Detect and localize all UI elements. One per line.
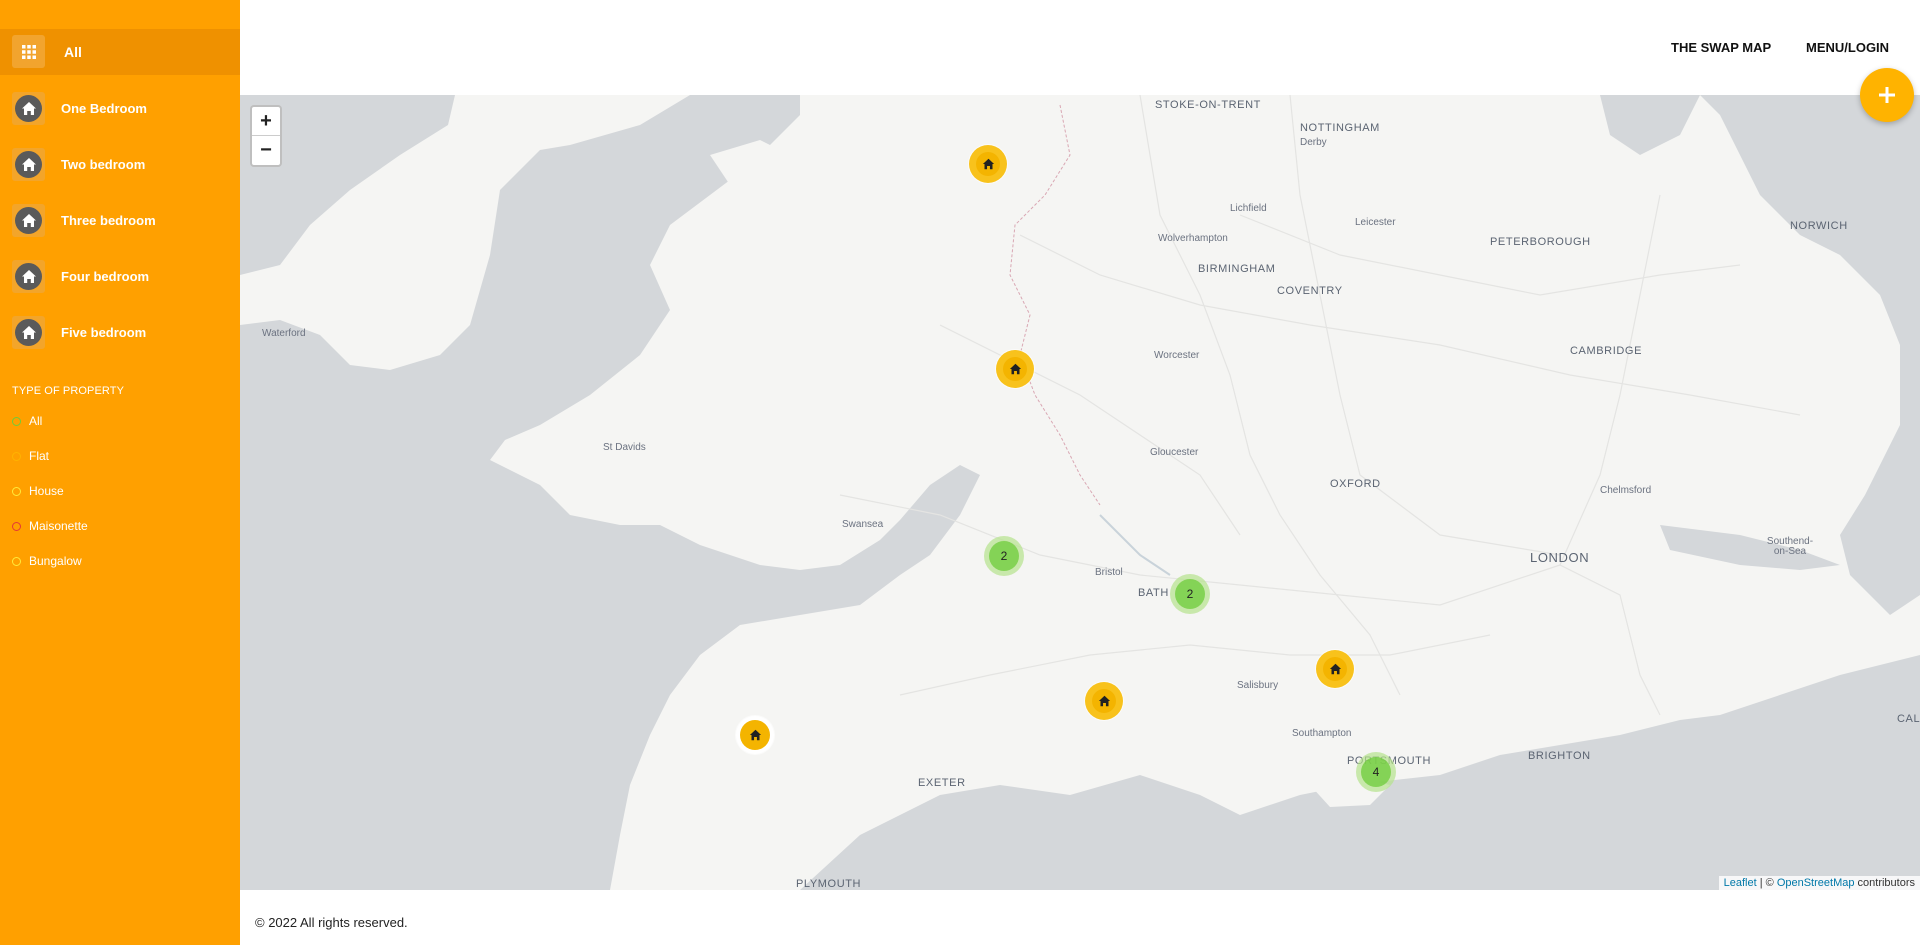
property-type-heading: TYPE OF PROPERTY — [12, 385, 125, 397]
place-label: CAMBRIDGE — [1570, 345, 1643, 357]
grid-icon — [12, 35, 45, 68]
category-label: Five bedroom — [61, 325, 147, 340]
type-option-label: Maisonette — [29, 519, 88, 533]
house-icon — [12, 260, 45, 293]
property-marker[interactable] — [996, 350, 1034, 388]
place-label: BRIGHTON — [1528, 750, 1591, 762]
category-two-bedroom[interactable]: Two bedroom — [0, 141, 240, 187]
sidebar: All One Bedroom Two bedroom Three bedroo… — [0, 0, 240, 945]
attribution-tail: contributors — [1854, 877, 1915, 889]
place-label: Chelmsford — [1600, 485, 1652, 496]
marker-cluster[interactable]: 4 — [1356, 752, 1396, 792]
cluster-count: 2 — [989, 541, 1019, 571]
category-label: One Bedroom — [61, 101, 147, 116]
zoom-control: + − — [250, 105, 282, 167]
category-label: Four bedroom — [61, 269, 150, 284]
type-option-bungalow[interactable]: Bungalow — [12, 552, 82, 570]
marker-cluster[interactable]: 2 — [984, 536, 1024, 576]
place-label: EXETER — [918, 777, 966, 789]
house-icon — [1098, 695, 1110, 707]
cluster-count: 4 — [1361, 757, 1391, 787]
nav-swap-map[interactable]: THE SWAP MAP — [1671, 40, 1771, 55]
type-option-maisonette[interactable]: Maisonette — [12, 517, 88, 535]
place-label: Salisbury — [1237, 680, 1279, 691]
map-basemap — [240, 95, 1920, 890]
footer: © 2022 All rights reserved. — [240, 890, 1920, 945]
category-label: Three bedroom — [61, 213, 156, 228]
place-label: Derby — [1300, 137, 1327, 148]
house-icon — [12, 148, 45, 181]
place-label: Swansea — [842, 519, 884, 530]
place-label: Southampton — [1292, 728, 1352, 739]
place-label: PETERBOROUGH — [1490, 236, 1591, 248]
place-label: NOTTINGHAM — [1300, 122, 1380, 134]
category-three-bedroom[interactable]: Three bedroom — [0, 197, 240, 243]
radio-icon — [12, 416, 21, 426]
place-label: Waterford — [262, 328, 306, 339]
house-icon — [12, 316, 45, 349]
place-label: BATH — [1138, 587, 1169, 599]
place-label: CAL — [1897, 713, 1920, 725]
place-label: Leicester — [1355, 217, 1396, 228]
category-label: Two bedroom — [61, 157, 146, 172]
attribution-separator: | © — [1756, 877, 1777, 889]
place-label: PLYMOUTH — [796, 878, 862, 890]
property-marker[interactable] — [969, 145, 1007, 183]
place-label: Southend-on-Sea — [1766, 536, 1814, 557]
cluster-count: 2 — [1175, 579, 1205, 609]
plus-icon — [1879, 87, 1895, 103]
type-option-label: Bungalow — [29, 554, 82, 568]
map-attribution: Leaflet | © OpenStreetMap contributors — [1718, 876, 1920, 890]
zoom-in-button[interactable]: + — [252, 107, 280, 136]
zoom-out-button[interactable]: − — [252, 136, 280, 165]
place-label: COVENTRY — [1277, 285, 1343, 297]
top-header: THE SWAP MAP MENU/LOGIN — [240, 0, 1920, 95]
nav-menu-login[interactable]: MENU/LOGIN — [1806, 40, 1889, 55]
place-label: St Davids — [603, 442, 646, 453]
add-listing-button[interactable] — [1860, 68, 1914, 122]
property-marker[interactable] — [736, 716, 774, 754]
type-option-flat[interactable]: Flat — [12, 447, 49, 465]
property-marker[interactable] — [1316, 650, 1354, 688]
house-icon — [749, 729, 761, 741]
place-label: STOKE-ON-TRENT — [1155, 99, 1261, 111]
place-label: OXFORD — [1330, 478, 1381, 490]
type-option-label: House — [29, 484, 64, 498]
place-label: Gloucester — [1150, 447, 1199, 458]
place-label: Bristol — [1095, 567, 1123, 578]
radio-icon — [12, 451, 21, 461]
type-option-all[interactable]: All — [12, 412, 42, 430]
place-label: LONDON — [1530, 550, 1590, 565]
type-option-label: All — [29, 414, 43, 428]
radio-icon — [12, 556, 21, 566]
house-icon — [1329, 663, 1341, 675]
house-icon — [12, 92, 45, 125]
leaflet-link[interactable]: Leaflet — [1724, 877, 1757, 889]
house-icon — [12, 204, 45, 237]
radio-icon — [12, 521, 21, 531]
marker-cluster[interactable]: 2 — [1170, 574, 1210, 614]
category-all-label: All — [64, 44, 82, 60]
type-option-house[interactable]: House — [12, 482, 64, 500]
map-view[interactable]: STOKE-ON-TRENT NOTTINGHAM Derby Lichfiel… — [240, 95, 1920, 890]
category-all[interactable]: All — [0, 29, 240, 75]
type-option-label: Flat — [29, 449, 50, 463]
property-marker[interactable] — [1085, 682, 1123, 720]
place-label: Worcester — [1154, 350, 1200, 361]
place-label: BIRMINGHAM — [1198, 263, 1276, 275]
category-five-bedroom[interactable]: Five bedroom — [0, 309, 240, 355]
place-label: Lichfield — [1230, 203, 1267, 214]
category-one-bedroom[interactable]: One Bedroom — [0, 85, 240, 131]
copyright-text: © 2022 All rights reserved. — [255, 915, 408, 930]
osm-link[interactable]: OpenStreetMap — [1777, 877, 1855, 889]
house-icon — [982, 158, 994, 170]
house-icon — [1009, 363, 1021, 375]
place-label: NORWICH — [1790, 220, 1848, 232]
place-label: Wolverhampton — [1158, 233, 1228, 244]
radio-icon — [12, 486, 21, 496]
category-four-bedroom[interactable]: Four bedroom — [0, 253, 240, 299]
